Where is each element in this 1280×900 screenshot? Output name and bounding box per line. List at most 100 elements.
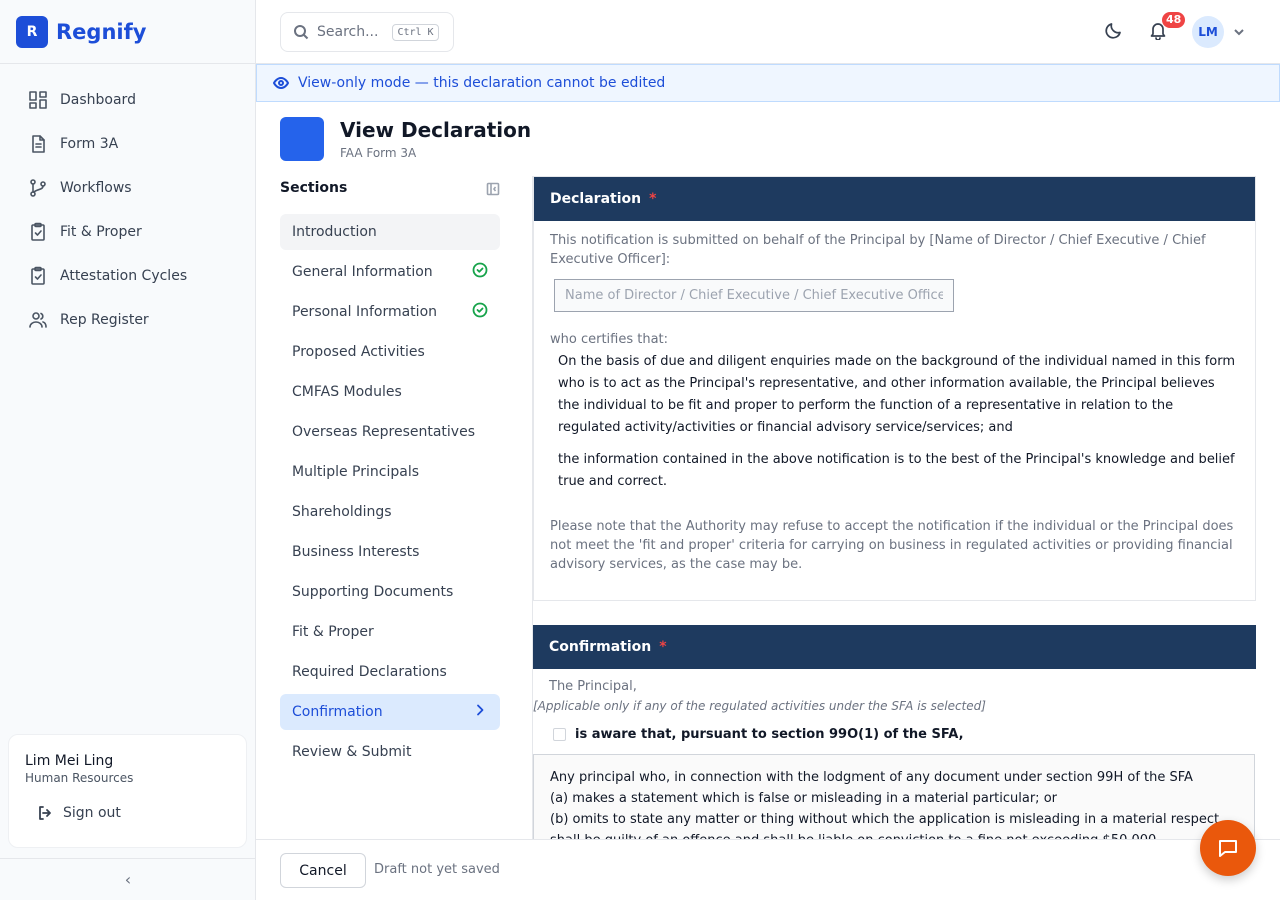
confirmation-heading: Confirmation xyxy=(549,639,652,655)
section-label: Introduction xyxy=(292,224,377,240)
section-item-fit-proper[interactable]: Fit & Proper xyxy=(280,614,500,650)
confirmation-header: Confirmation * xyxy=(533,625,1256,669)
section-item-proposed-activities[interactable]: Proposed Activities xyxy=(280,334,500,370)
page-subtitle: FAA Form 3A xyxy=(340,146,417,160)
legal-line: (a) makes a statement which is false or … xyxy=(550,791,1057,806)
search-input[interactable]: Search... Ctrl K xyxy=(280,12,454,52)
chat-button[interactable] xyxy=(1200,820,1256,876)
notification-badge: 48 xyxy=(1162,12,1186,28)
dashboard-icon xyxy=(29,91,47,109)
section-item-shareholdings[interactable]: Shareholdings xyxy=(280,494,500,530)
section-item-cmfas-modules[interactable]: CMFAS Modules xyxy=(280,374,500,410)
sidebar-item-label: Dashboard xyxy=(60,92,136,108)
sidebar-item-workflows[interactable]: Workflows xyxy=(0,166,255,210)
sidebar-item-label: Attestation Cycles xyxy=(60,268,188,284)
view-only-banner: View-only mode — this declaration cannot… xyxy=(256,64,1280,102)
required-mark: * xyxy=(649,191,657,207)
section-label: Fit & Proper xyxy=(292,624,374,640)
notifications-button[interactable]: 48 xyxy=(1148,12,1186,44)
section-item-overseas-representatives[interactable]: Overseas Representatives xyxy=(280,414,500,450)
section-item-confirmation[interactable]: Confirmation xyxy=(280,694,500,730)
sidebar: R Regnify Dashboard Form 3A Workflows Fi… xyxy=(0,0,256,900)
clipboard-check-icon xyxy=(31,222,45,241)
section-label: General Information xyxy=(292,264,433,280)
sign-out-icon xyxy=(39,806,51,820)
section-label: Business Interests xyxy=(292,544,420,560)
search-placeholder: Search... xyxy=(317,24,379,40)
section-label: Required Declarations xyxy=(292,664,447,680)
section-label: Review & Submit xyxy=(292,744,412,760)
cancel-button[interactable]: Cancel xyxy=(280,853,366,888)
form-content[interactable]: Declaration * This notification is submi… xyxy=(532,176,1256,839)
brand-name: Regnify xyxy=(56,19,147,44)
sidebar-item-attestation-cycles[interactable]: Attestation Cycles xyxy=(0,254,255,298)
user-menu-chevron[interactable] xyxy=(1232,24,1248,40)
users-icon xyxy=(29,312,47,328)
section-item-business-interests[interactable]: Business Interests xyxy=(280,534,500,570)
legal-notice: Any principal who, in connection with th… xyxy=(533,754,1255,839)
legal-line: (b) omits to state any matter or thing w… xyxy=(550,812,1224,827)
brand[interactable]: R Regnify xyxy=(0,0,255,64)
eye-icon xyxy=(273,76,289,90)
section-item-review-submit[interactable]: Review & Submit xyxy=(280,734,500,770)
chevron-right-icon xyxy=(472,702,488,722)
certification-point-2: the information contained in the above n… xyxy=(558,452,1235,489)
sidebar-item-label: Workflows xyxy=(60,180,132,196)
chevron-down-icon xyxy=(1234,29,1244,36)
director-name-field[interactable] xyxy=(554,279,954,312)
confirmation-card: Confirmation * The Principal, [Applicabl… xyxy=(533,625,1256,839)
section-item-multiple-principals[interactable]: Multiple Principals xyxy=(280,454,500,490)
banner-text: View-only mode — this declaration cannot… xyxy=(298,75,666,91)
sign-out-button[interactable]: Sign out xyxy=(37,805,230,821)
certification-point-1: On the basis of due and diligent enquiri… xyxy=(558,354,1236,435)
sidebar-nav: Dashboard Form 3A Workflows Fit & Proper… xyxy=(0,64,255,342)
search-shortcut: Ctrl K xyxy=(392,23,439,41)
sidebar-item-form-3a[interactable]: Form 3A xyxy=(0,122,255,166)
search-icon xyxy=(294,25,309,40)
section-label: Supporting Documents xyxy=(292,584,454,600)
sidebar-collapse-button[interactable]: ‹ xyxy=(0,858,256,900)
sidebar-item-fit-proper[interactable]: Fit & Proper xyxy=(0,210,255,254)
section-label: CMFAS Modules xyxy=(292,384,402,400)
required-mark: * xyxy=(659,639,667,655)
section-item-supporting-documents[interactable]: Supporting Documents xyxy=(280,574,500,610)
panel-collapse-icon xyxy=(486,182,500,196)
declaration-header: Declaration * xyxy=(534,177,1255,221)
page-title: View Declaration xyxy=(340,118,532,142)
certifies-text: who certifies that: xyxy=(550,332,669,347)
avatar[interactable]: LM xyxy=(1192,16,1224,48)
document-icon xyxy=(32,135,45,153)
sign-out-label: Sign out xyxy=(63,805,121,821)
page-header: View Declaration FAA Form 3A xyxy=(280,116,531,162)
chat-icon xyxy=(1219,840,1237,857)
footer-bar: Cancel Draft not yet saved xyxy=(256,839,1280,900)
aware-checkbox[interactable] xyxy=(553,728,566,741)
sidebar-item-label: Fit & Proper xyxy=(60,224,142,240)
sections-collapse-button[interactable] xyxy=(486,181,500,196)
section-label: Personal Information xyxy=(292,304,438,320)
section-item-required-declarations[interactable]: Required Declarations xyxy=(280,654,500,690)
authority-note: Please note that the Authority may refus… xyxy=(550,519,1234,572)
section-item-personal-information[interactable]: Personal Information xyxy=(280,294,500,330)
sections-header: Sections xyxy=(280,180,500,196)
section-item-general-information[interactable]: General Information xyxy=(280,254,500,290)
chevron-left-icon: ‹ xyxy=(124,870,132,889)
sections-title: Sections xyxy=(280,180,348,196)
section-label: Overseas Representatives xyxy=(292,424,475,440)
sections-list: Introduction General Information Persona… xyxy=(280,214,500,774)
aware-checkbox-row: is aware that, pursuant to section 99O(1… xyxy=(533,727,1256,742)
theme-toggle-button[interactable] xyxy=(1104,20,1128,44)
section-item-introduction[interactable]: Introduction xyxy=(280,214,500,250)
declaration-intro: This notification is submitted on behalf… xyxy=(550,233,1206,267)
sidebar-item-rep-register[interactable]: Rep Register xyxy=(0,298,255,342)
sidebar-item-dashboard[interactable]: Dashboard xyxy=(0,78,255,122)
declaration-card: Declaration * This notification is submi… xyxy=(533,176,1256,601)
check-circle-icon xyxy=(472,262,488,282)
topbar: Search... Ctrl K 48 LM xyxy=(256,0,1280,64)
section-label: Proposed Activities xyxy=(292,344,425,360)
aware-label: is aware that, pursuant to section 99O(1… xyxy=(575,727,964,742)
sidebar-item-label: Rep Register xyxy=(60,312,149,328)
principal-text: The Principal, xyxy=(549,679,637,694)
user-card: Lim Mei Ling Human Resources Sign out xyxy=(8,734,247,848)
form-icon xyxy=(280,117,324,161)
